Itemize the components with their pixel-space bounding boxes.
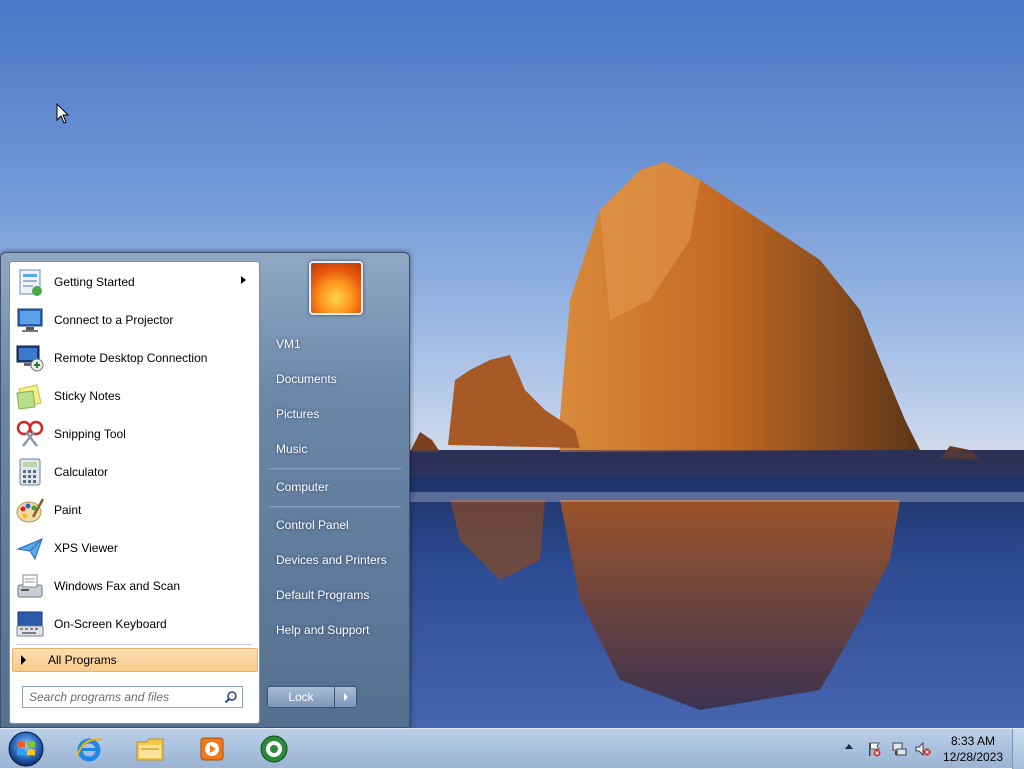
search-icon[interactable] [224,690,238,704]
separator [16,644,252,645]
start-button[interactable] [6,730,46,768]
program-label: On-Screen Keyboard [54,617,167,631]
program-remote-desktop[interactable]: Remote Desktop Connection [12,340,258,376]
fax-scan-icon [14,570,46,602]
calculator-icon [14,456,46,488]
show-hidden-icons-button[interactable] [845,744,853,749]
file-explorer-icon [136,738,164,761]
media-center-icon [260,735,288,763]
show-desktop-button[interactable] [1012,729,1024,769]
getting-started-icon [14,266,46,298]
action-center-flag-icon[interactable] [866,741,882,757]
place-pictures[interactable]: Pictures [276,407,319,421]
place-control-panel[interactable]: Control Panel [276,518,349,532]
system-clock[interactable]: 8:33 AM 12/28/2023 [938,733,1008,765]
internet-explorer-icon [76,738,103,762]
place-documents[interactable]: Documents [276,372,337,386]
program-label: Windows Fax and Scan [54,579,181,593]
xps-viewer-icon [14,532,46,564]
program-on-screen-keyboard[interactable]: On-Screen Keyboard [12,606,258,642]
volume-muted-icon[interactable] [915,741,931,757]
program-label: Snipping Tool [54,427,126,441]
place-computer[interactable]: Computer [276,480,329,494]
taskbar-app-media-player[interactable] [195,732,229,766]
clock-date: 12/28/2023 [942,750,1004,764]
user-account-picture[interactable] [309,261,363,315]
program-snipping-tool[interactable]: Snipping Tool [12,416,258,452]
program-label: Connect to a Projector [54,313,174,327]
media-player-icon [200,737,224,761]
program-fax-scan[interactable]: Windows Fax and Scan [12,568,258,604]
taskbar-app-media-center[interactable] [257,732,291,766]
program-label: Getting Started [54,275,135,289]
lock-label: Lock [288,690,314,704]
snipping-tool-icon [14,418,46,450]
search-box[interactable] [22,686,243,708]
keyboard-icon [14,608,46,640]
taskbar: 8:33 AM 12/28/2023 [0,728,1024,769]
place-devices-printers[interactable]: Devices and Printers [276,553,387,567]
place-default-programs[interactable]: Default Programs [276,588,369,602]
taskbar-app-internet-explorer[interactable] [72,732,106,766]
network-icon[interactable] [891,741,907,757]
taskbar-app-file-explorer[interactable] [134,732,168,766]
all-programs-button[interactable]: All Programs [12,648,258,672]
program-label: Sticky Notes [54,389,121,403]
program-paint[interactable]: Paint [12,492,258,528]
program-getting-started[interactable]: Getting Started [12,264,258,300]
program-label: Paint [54,503,82,517]
place-help-support[interactable]: Help and Support [276,623,369,637]
separator [269,506,401,508]
program-label: Calculator [54,465,109,479]
submenu-arrow-icon[interactable] [241,276,246,284]
start-menu: Getting Started Connect to a Projector R… [0,252,410,728]
program-label: Remote Desktop Connection [54,351,208,365]
sticky-notes-icon [14,380,46,412]
search-input[interactable] [27,689,221,705]
program-sticky-notes[interactable]: Sticky Notes [12,378,258,414]
program-list-pane: Getting Started Connect to a Projector R… [9,261,260,724]
place-music[interactable]: Music [276,442,307,456]
projector-icon [14,304,46,336]
place-user-folder[interactable]: VM1 [276,337,301,351]
chevron-right-icon [343,693,348,701]
remote-desktop-icon [14,342,46,374]
program-calculator[interactable]: Calculator [12,454,258,490]
program-connect-projector[interactable]: Connect to a Projector [12,302,258,338]
program-label: XPS Viewer [54,541,118,555]
expand-arrow-icon [21,655,26,665]
all-programs-label: All Programs [48,653,117,667]
clock-time: 8:33 AM [950,734,996,748]
paint-icon [14,494,46,526]
separator [269,468,401,470]
mouse-cursor-icon [56,103,70,124]
shutdown-options-button[interactable] [335,686,357,708]
program-xps-viewer[interactable]: XPS Viewer [12,530,258,566]
lock-button[interactable]: Lock [267,686,335,708]
